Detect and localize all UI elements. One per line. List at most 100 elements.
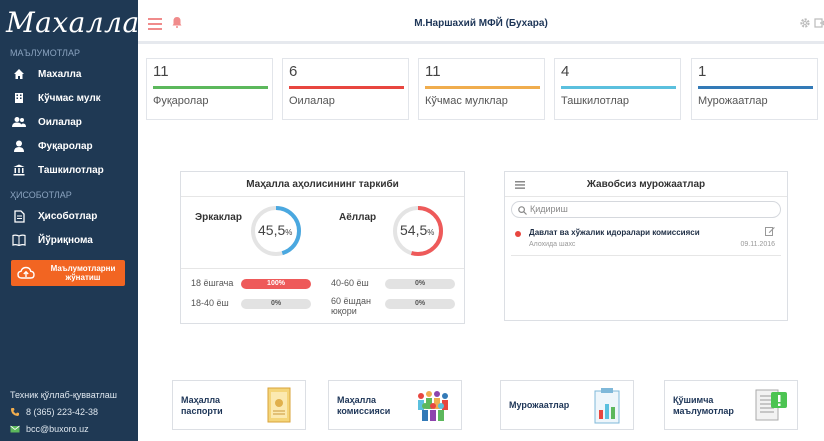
sidebar-item-label: Ташкилотлар — [38, 164, 104, 176]
support-label: Техник қўллаб-қувватлаш — [10, 389, 117, 400]
age-value-pill: 0% — [241, 299, 311, 309]
tile-label: Маҳалла комиссияси — [337, 395, 391, 416]
item-title: Давлат ва хўжалик идоралари комиссияси — [529, 228, 700, 237]
sidebar-item-organizations[interactable]: Ташкилотлар — [0, 158, 138, 182]
sidebar-section-info: МАЪЛУМОТЛАР — [10, 48, 80, 58]
stat-bar — [561, 86, 676, 89]
tile-additional-info[interactable]: Қўшимча маълумотлар — [664, 380, 798, 430]
book-icon — [12, 233, 26, 247]
search-placeholder: Қидириш — [530, 204, 568, 214]
top-header: М.Наршахий МФЙ (Бухара) — [138, 0, 824, 44]
envelope-icon — [10, 424, 20, 434]
tile-appeals[interactable]: Мурожаатлар — [500, 380, 634, 430]
email-address: bcc@buxoro.uz — [26, 423, 89, 434]
support-email[interactable]: bcc@buxoro.uz — [10, 420, 117, 437]
app-logo[interactable]: Махалла — [0, 0, 139, 44]
tile-label: Маҳалла паспорти — [181, 395, 223, 416]
send-data-label: Маълумотларни жўнатиш — [50, 264, 116, 282]
tile-passport[interactable]: Маҳалла паспорти — [172, 380, 306, 430]
sidebar-section-reports: ҲИСОБОТЛАР — [10, 190, 72, 200]
sidebar: Махалла МАЪЛУМОТЛАР Махалла Кўчмас мулк … — [0, 0, 139, 441]
document-alert-icon — [755, 389, 787, 421]
population-title: Маҳалла аҳолисининг таркиби — [181, 172, 464, 197]
item-date: 09.11.2016 — [740, 241, 775, 248]
stat-card-organizations[interactable]: 4 Ташкилотлар — [554, 58, 681, 120]
age-label: 18-40 ёш — [191, 298, 229, 308]
stat-bar — [698, 86, 813, 89]
sidebar-item-label: Ҳисоботлар — [38, 210, 98, 222]
sidebar-item-label: Кўчмас мулк — [38, 92, 101, 104]
men-label: Эркаклар — [195, 212, 242, 223]
men-value: 45,5% — [258, 222, 293, 238]
gear-icon[interactable] — [799, 17, 811, 29]
sidebar-item-label: Махалла — [38, 68, 82, 80]
search-input[interactable]: Қидириш — [511, 201, 781, 218]
stat-card-appeals[interactable]: 1 Мурожаатлар — [691, 58, 818, 120]
edit-icon[interactable] — [765, 226, 775, 236]
home-icon — [12, 67, 26, 81]
sidebar-item-label: Йўриқнома — [38, 234, 93, 246]
clipboard-chart-icon — [594, 388, 620, 424]
support-footer: Техник қўллаб-қувватлаш 8 (365) 223-42-3… — [10, 386, 117, 437]
age-value-pill: 0% — [385, 299, 455, 309]
age-label: 18 ёшгача — [191, 278, 234, 288]
stat-label: Ташкилотлар — [561, 95, 629, 107]
age-label: 40-60 ёш — [331, 278, 369, 288]
sidebar-item-guide[interactable]: Йўриқнома — [0, 228, 138, 252]
phone-icon — [10, 407, 20, 417]
unanswered-panel: Жавобсиз мурожаатлар Қидириш Давлат ва х… — [504, 171, 788, 321]
file-icon — [12, 209, 26, 223]
certificate-icon — [267, 387, 291, 423]
sidebar-item-property[interactable]: Кўчмас мулк — [0, 86, 138, 110]
list-item[interactable]: Давлат ва хўжалик идоралари комиссияси А… — [511, 224, 781, 256]
status-dot — [515, 231, 521, 237]
user-icon — [12, 139, 26, 153]
stat-label: Кўчмас мулклар — [425, 95, 508, 107]
stat-label: Мурожаатлар — [698, 95, 768, 107]
unanswered-title: Жавобсиз мурожаатлар — [586, 179, 706, 190]
stat-label: Фуқаролар — [153, 95, 209, 107]
population-panel: Маҳалла аҳолисининг таркиби Эркаклар 45,… — [180, 171, 465, 324]
stats-row: 11 Фуқаролар 6 Оилалар 11 Кўчмас мулклар… — [146, 58, 822, 120]
tile-commission[interactable]: Маҳалла комиссияси — [328, 380, 462, 430]
sidebar-item-label: Оилалар — [38, 116, 82, 128]
stat-value: 11 — [153, 63, 169, 80]
age-value-pill: 0% — [385, 279, 455, 289]
unanswered-header: Жавобсиз мурожаатлар — [505, 172, 787, 197]
tile-label: Қўшимча маълумотлар — [673, 395, 734, 416]
stat-value: 6 — [289, 63, 298, 80]
stat-value: 1 — [698, 63, 707, 80]
women-label: Аёллар — [339, 212, 377, 223]
stat-bar — [425, 86, 540, 89]
search-icon — [518, 205, 527, 215]
age-label: 60 ёшдан юқори — [331, 296, 371, 316]
divider — [181, 268, 464, 269]
sidebar-item-reports[interactable]: Ҳисоботлар — [0, 204, 138, 228]
cloud-upload-icon — [17, 264, 35, 282]
stat-label: Оилалар — [289, 95, 335, 107]
send-data-button[interactable]: Маълумотларни жўнатиш — [11, 260, 125, 286]
women-value: 54,5% — [400, 222, 435, 238]
sidebar-item-citizens[interactable]: Фуқаролар — [0, 134, 138, 158]
stat-bar — [289, 86, 404, 89]
stat-card-property[interactable]: 11 Кўчмас мулклар — [418, 58, 545, 120]
sidebar-item-mahalla[interactable]: Махалла — [0, 62, 138, 86]
stat-card-families[interactable]: 6 Оилалар — [282, 58, 409, 120]
people-group-icon — [418, 391, 448, 421]
stat-value: 11 — [425, 63, 441, 80]
sidebar-item-families[interactable]: Оилалар — [0, 110, 138, 134]
phone-number: 8 (365) 223-42-38 — [26, 406, 99, 417]
stat-bar — [153, 86, 268, 89]
age-value-pill: 100% — [241, 279, 311, 289]
logout-icon[interactable] — [814, 17, 824, 29]
sidebar-item-label: Фуқаролар — [38, 140, 93, 152]
users-icon — [12, 115, 26, 129]
institution-icon — [12, 163, 26, 177]
item-subtitle: Алохида шахс — [529, 241, 576, 248]
tile-label: Мурожаатлар — [509, 400, 570, 410]
support-phone[interactable]: 8 (365) 223-42-38 — [10, 403, 117, 420]
stat-value: 4 — [561, 63, 570, 80]
building-icon — [12, 91, 26, 105]
page-title: М.Наршахий МФЙ (Бухара) — [414, 18, 548, 29]
stat-card-citizens[interactable]: 11 Фуқаролар — [146, 58, 273, 120]
